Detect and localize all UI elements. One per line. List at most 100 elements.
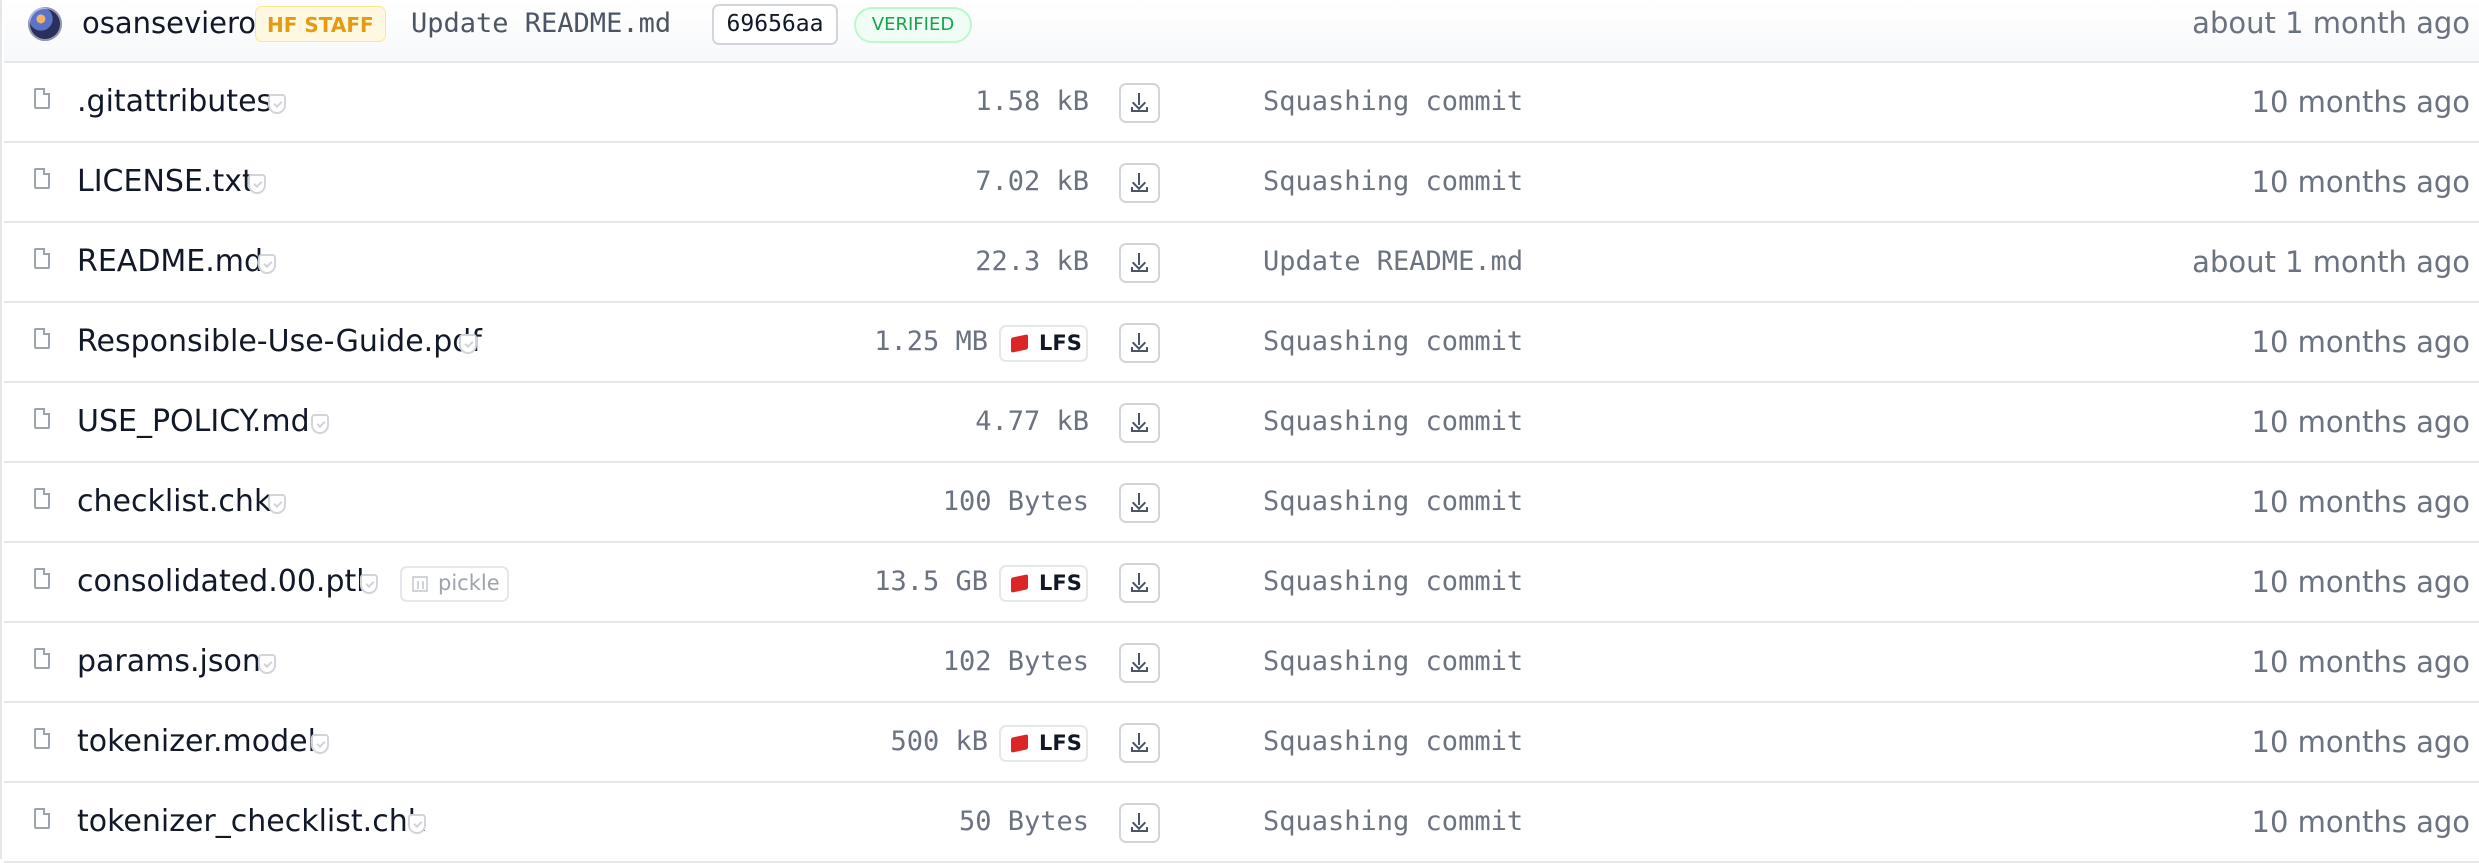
download-icon <box>1131 173 1148 193</box>
file-icon <box>34 808 50 829</box>
download-icon <box>1131 813 1148 833</box>
file-row[interactable]: .gitattributes 1.58 kB Squashing commit 10 … <box>4 63 2479 143</box>
file-last-commit-date: about 1 month ago <box>2192 245 2470 279</box>
file-name-link[interactable]: README.md <box>77 242 263 282</box>
file-last-commit-message[interactable]: Squashing commit <box>1263 482 1523 522</box>
commit-sha-button[interactable]: 69656aa <box>712 4 838 45</box>
download-icon <box>1131 733 1148 753</box>
download-tray-icon <box>1131 667 1148 672</box>
file-last-commit-message[interactable]: Squashing commit <box>1263 82 1523 122</box>
file-last-commit-date: 10 months ago <box>2251 565 2471 599</box>
file-size: 4.77 kB <box>975 406 1089 437</box>
file-row[interactable]: USE_POLICY.md 4.77 kB Squashing commit 10 m… <box>4 383 2479 463</box>
file-last-commit-message[interactable]: Squashing commit <box>1263 562 1523 602</box>
download-tray-icon <box>1131 427 1148 432</box>
lfs-label: LFS <box>1039 331 1082 355</box>
file-size: 7.02 kB <box>975 166 1089 197</box>
hf-staff-badge: HF STAFF <box>255 6 386 42</box>
file-size: 1.58 kB <box>975 86 1089 117</box>
download-button[interactable] <box>1119 803 1160 843</box>
file-size: 100 Bytes <box>942 486 1089 517</box>
download-button[interactable] <box>1119 563 1160 603</box>
latest-commit-message[interactable]: Update README.md <box>411 5 671 43</box>
file-last-commit-date: 10 months ago <box>2251 805 2471 839</box>
commit-author-link[interactable]: osanseviero <box>82 4 256 42</box>
file-last-commit-message[interactable]: Squashing commit <box>1263 402 1523 442</box>
pickle-icon <box>412 576 428 592</box>
file-row[interactable]: README.md 22.3 kB Update README.md about 1 … <box>4 223 2479 303</box>
download-button[interactable] <box>1119 403 1160 443</box>
download-button[interactable] <box>1119 163 1160 203</box>
download-tray-icon <box>1131 347 1148 352</box>
file-name-link[interactable]: checklist.chk <box>77 482 271 522</box>
safe-check-icon <box>248 174 266 194</box>
file-icon <box>34 328 50 349</box>
download-tray-icon <box>1131 187 1148 192</box>
lfs-label: LFS <box>1039 571 1082 595</box>
download-button[interactable] <box>1119 243 1160 283</box>
safe-check-icon <box>311 414 329 434</box>
file-icon <box>34 568 50 589</box>
file-name-link[interactable]: tokenizer.model <box>77 722 316 762</box>
safe-check-icon <box>268 494 286 514</box>
file-name-link[interactable]: consolidated.00.pth <box>77 562 375 602</box>
file-name-link[interactable]: USE_POLICY.md <box>77 402 310 442</box>
safe-check-icon <box>459 334 477 354</box>
download-button[interactable] <box>1119 643 1160 683</box>
pickle-badge[interactable]: pickle <box>400 566 509 602</box>
file-last-commit-date: 10 months ago <box>2251 405 2471 439</box>
download-button[interactable] <box>1119 323 1160 363</box>
file-row[interactable]: LICENSE.txt 7.02 kB Squashing commit 10 mon… <box>4 143 2479 223</box>
file-icon <box>34 88 50 109</box>
file-last-commit-message[interactable]: Squashing commit <box>1263 802 1523 842</box>
author-avatar-icon[interactable] <box>28 7 62 41</box>
lfs-cube-icon <box>1011 734 1028 753</box>
safe-check-icon <box>258 254 276 274</box>
file-last-commit-message[interactable]: Squashing commit <box>1263 722 1523 762</box>
download-button[interactable] <box>1119 83 1160 123</box>
download-icon <box>1131 93 1148 113</box>
download-icon <box>1131 573 1148 593</box>
download-tray-icon <box>1131 587 1148 592</box>
lfs-badge[interactable]: LFS <box>999 565 1088 602</box>
lfs-badge[interactable]: LFS <box>999 325 1088 362</box>
file-name-link[interactable]: params.json <box>77 642 261 682</box>
download-icon <box>1131 333 1148 353</box>
file-name-link[interactable]: LICENSE.txt <box>77 162 254 202</box>
lfs-badge[interactable]: LFS <box>999 725 1088 762</box>
file-icon <box>34 248 50 269</box>
safe-check-icon <box>360 574 378 594</box>
file-icon <box>34 648 50 669</box>
file-row[interactable]: tokenizer.model 500 kB LFS Squashing commit… <box>4 703 2479 783</box>
download-tray-icon <box>1131 507 1148 512</box>
pickle-label: pickle <box>438 571 500 595</box>
download-tray-icon <box>1131 267 1148 272</box>
file-name-link[interactable]: tokenizer_checklist.chk <box>77 802 425 842</box>
file-row[interactable]: params.json 102 Bytes Squashing commit 10 m… <box>4 623 2479 703</box>
file-last-commit-date: 10 months ago <box>2251 85 2471 119</box>
file-last-commit-date: 10 months ago <box>2251 645 2471 679</box>
file-row[interactable]: tokenizer_checklist.chk 50 Bytes Squashing… <box>4 783 2479 863</box>
file-size: 50 Bytes <box>958 806 1089 837</box>
file-last-commit-date: 10 months ago <box>2251 485 2471 519</box>
file-name-link[interactable]: .gitattributes <box>77 82 272 122</box>
file-name-link[interactable]: Responsible-Use-Guide.pdf <box>77 322 482 362</box>
file-icon <box>34 168 50 189</box>
file-size: 13.5 GB <box>874 566 988 597</box>
file-last-commit-message[interactable]: Squashing commit <box>1263 162 1523 202</box>
latest-commit-date: about 1 month ago <box>2192 6 2470 40</box>
download-button[interactable] <box>1119 483 1160 523</box>
download-tray-icon <box>1131 107 1148 112</box>
file-icon <box>34 408 50 429</box>
file-row[interactable]: checklist.chk 100 Bytes Squashing commit 10… <box>4 463 2479 543</box>
download-button[interactable] <box>1119 723 1160 763</box>
file-size: 500 kB <box>890 726 988 757</box>
safe-check-icon <box>268 94 286 114</box>
file-last-commit-message[interactable]: Squashing commit <box>1263 642 1523 682</box>
file-last-commit-message[interactable]: Update README.md <box>1263 242 1523 282</box>
repository-file-list: osanseviero HF STAFF Update README.md 69… <box>0 0 2479 863</box>
file-row[interactable]: consolidated.00.pth pickle 13.5 GB LFS Squas… <box>4 543 2479 623</box>
safe-check-icon <box>408 814 426 834</box>
file-row[interactable]: Responsible-Use-Guide.pdf 1.25 MB LFS Squas… <box>4 303 2479 383</box>
file-last-commit-message[interactable]: Squashing commit <box>1263 322 1523 362</box>
